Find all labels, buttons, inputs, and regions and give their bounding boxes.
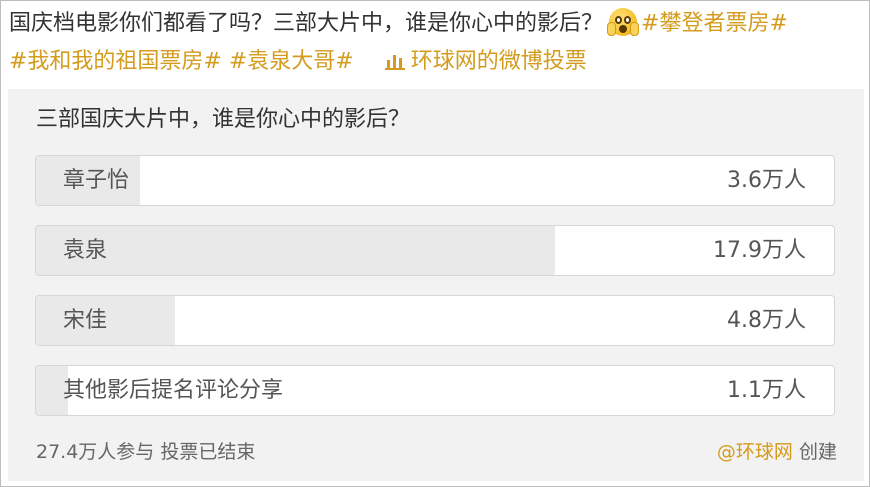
poll-card: 三部国庆大片中，谁是你心中的影后？ 章子怡 3.6万人 袁泉 17.9万人 宋佳…	[8, 89, 864, 481]
post-text: 国庆档电影你们都看了吗？三部大片中，谁是你心中的影后？ #攀登者票房# #我和我的…	[9, 5, 859, 81]
poll-option-count: 17.9万人	[713, 238, 806, 263]
chart-icon	[384, 55, 405, 70]
poll-summary: 27.4万人参与 投票已结束	[36, 437, 255, 467]
poll-option-label: 章子怡	[63, 168, 130, 193]
poll-option[interactable]: 其他影后提名评论分享 1.1万人	[35, 365, 835, 416]
poll-option[interactable]: 章子怡 3.6万人	[35, 155, 835, 206]
poll-option-bar	[36, 226, 555, 275]
hashtag-link[interactable]: #攀登者票房#	[641, 11, 788, 36]
poll-option[interactable]: 袁泉 17.9万人	[35, 225, 835, 276]
poll-status: 投票已结束	[160, 441, 256, 463]
creator-link[interactable]: @环球网	[717, 441, 793, 463]
poll-question: 三部国庆大片中，谁是你心中的影后？	[36, 107, 411, 132]
poll-option-label: 袁泉	[63, 238, 108, 263]
poll-option-count: 1.1万人	[727, 378, 806, 403]
poll-option-label: 宋佳	[63, 308, 108, 333]
scream-emoji-icon	[607, 8, 640, 36]
poll-link-text: 环球网的微博投票	[410, 49, 587, 74]
poll-link[interactable]: 环球网的微博投票	[361, 49, 587, 74]
hashtag-link[interactable]: #袁泉大哥#	[229, 49, 354, 74]
participants-count: 27.4万人参与	[36, 441, 155, 463]
created-label: 创建	[798, 441, 837, 463]
post-body-text: 国庆档电影你们都看了吗？三部大片中，谁是你心中的影后？	[9, 11, 604, 36]
hashtag-link[interactable]: #我和我的祖国票房#	[9, 49, 222, 74]
poll-option-count: 3.6万人	[727, 168, 806, 193]
poll-footer: 27.4万人参与 投票已结束 @环球网 创建	[36, 437, 837, 467]
screenshot-frame: 国庆档电影你们都看了吗？三部大片中，谁是你心中的影后？ #攀登者票房# #我和我的…	[0, 0, 870, 487]
poll-option-count: 4.8万人	[727, 308, 806, 333]
poll-option-label: 其他影后提名评论分享	[63, 378, 284, 403]
poll-option[interactable]: 宋佳 4.8万人	[35, 295, 835, 346]
poll-creator-info: @环球网 创建	[717, 437, 837, 467]
